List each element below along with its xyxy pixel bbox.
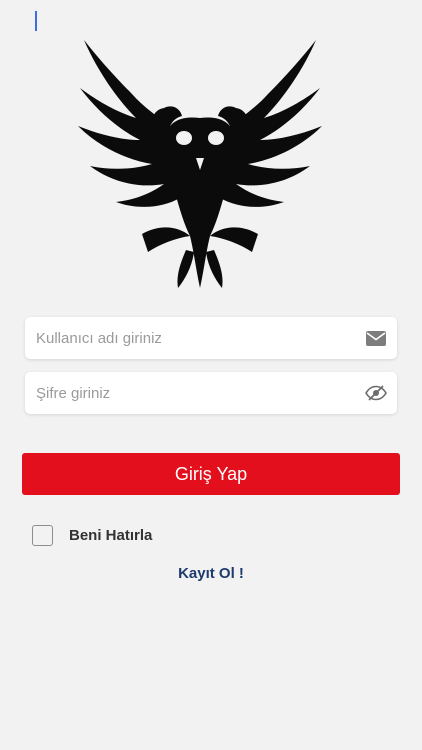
eye-slash-icon[interactable] — [365, 382, 387, 404]
text-cursor — [35, 11, 37, 31]
remember-checkbox[interactable] — [32, 524, 53, 546]
remember-label: Beni Hatırla — [69, 526, 153, 544]
password-field[interactable] — [25, 372, 397, 414]
login-button[interactable]: Giriş Yap — [22, 453, 400, 495]
eagle-logo-icon — [78, 40, 322, 288]
eagle-logo — [76, 38, 324, 290]
password-input[interactable] — [25, 372, 365, 414]
login-screen: Giriş Yap Beni Hatırla Kayıt Ol ! — [0, 0, 422, 750]
register-link[interactable]: Kayıt Ol ! — [0, 565, 422, 582]
envelope-icon — [365, 327, 387, 349]
username-input[interactable] — [25, 317, 365, 359]
username-field[interactable] — [25, 317, 397, 359]
remember-me[interactable]: Beni Hatırla — [32, 524, 152, 546]
